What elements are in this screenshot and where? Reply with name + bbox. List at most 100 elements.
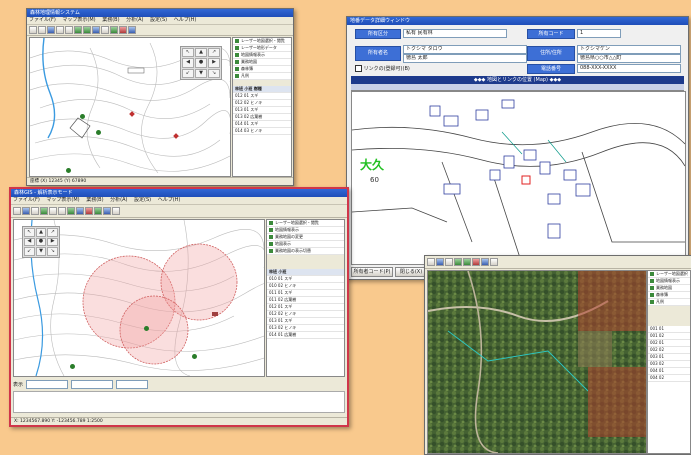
arrow-right-icon[interactable]: ▶ (208, 58, 220, 68)
list-item[interactable]: 001 01 (648, 326, 690, 333)
arrow-left-icon[interactable]: ◀ (24, 237, 35, 247)
arrow-down-right-icon[interactable]: ↘ (208, 68, 220, 78)
address-field[interactable]: 徳島県○○市△△町 (577, 54, 681, 63)
arrow-down-left-icon[interactable]: ↙ (24, 247, 35, 256)
tree-icon[interactable] (463, 258, 471, 266)
scale-input[interactable] (71, 379, 114, 389)
link-checkbox[interactable]: リンクの(登録可)(B) (355, 65, 410, 72)
side-item[interactable]: 森林簿 (648, 292, 690, 299)
measure-icon[interactable] (92, 26, 100, 34)
buffer-map[interactable]: ↖ ▲ ↗ ◀ ● ▶ ↙ ▼ ↘ (13, 219, 265, 377)
menu-analysis[interactable]: 分析(A) (126, 17, 143, 23)
zoom-out-icon[interactable] (65, 26, 73, 34)
info-icon[interactable] (481, 258, 489, 266)
side-item[interactable]: レーザー地図選択 (648, 271, 690, 278)
side-item[interactable]: 地図表示 (267, 241, 344, 248)
menu-help[interactable]: ヘルプ(H) (158, 197, 181, 203)
arrow-down-icon[interactable]: ▼ (195, 68, 207, 78)
side-item[interactable]: 地図情報表示 (648, 278, 690, 285)
print-icon[interactable] (31, 207, 39, 215)
marker-icon[interactable] (85, 207, 93, 215)
center-icon[interactable]: ● (35, 237, 47, 247)
menu-file[interactable]: ファイル(F) (13, 197, 40, 203)
marker-icon[interactable] (472, 258, 480, 266)
save-icon[interactable] (436, 258, 444, 266)
select-icon[interactable] (112, 207, 120, 215)
list-item[interactable]: 001 02 (648, 333, 690, 340)
list-item[interactable]: 002 02 (648, 347, 690, 354)
menu-file[interactable]: ファイル(F) (29, 17, 56, 23)
menu-analysis[interactable]: 分析(A) (110, 197, 127, 203)
tree-marker[interactable] (144, 326, 149, 331)
menu-map[interactable]: マップ表示(M) (62, 17, 95, 23)
list-item[interactable]: 012 01 スギ (233, 93, 291, 100)
side-item[interactable]: 業務地図の表示切替 (267, 248, 344, 255)
list-item[interactable]: 014 01 スギ (233, 121, 291, 128)
arrow-up-right-icon[interactable]: ↗ (208, 48, 220, 58)
side-item[interactable]: レーザー地図選択・閲覧 (233, 38, 291, 45)
marker-icon[interactable] (119, 26, 127, 34)
owner-kana-field[interactable]: トクシマ タロウ (403, 45, 527, 54)
side-item[interactable]: 地図情報表示 (233, 52, 291, 59)
checkbox-icon[interactable] (355, 65, 362, 72)
menu-settings[interactable]: 設定(S) (134, 197, 151, 203)
list-item[interactable]: 010 02 ヒノキ (267, 283, 344, 290)
tree-marker[interactable] (80, 114, 85, 119)
list-item[interactable]: 013 01 スギ (233, 107, 291, 114)
save-icon[interactable] (22, 207, 30, 215)
arrow-up-left-icon[interactable]: ↖ (182, 48, 194, 58)
list-item[interactable]: 013 01 スギ (267, 318, 344, 325)
list-item[interactable]: 013 02 ヒノキ (267, 325, 344, 332)
owner-code-field[interactable]: 1 (577, 29, 621, 38)
save-icon[interactable] (38, 26, 46, 34)
point-marker[interactable] (212, 312, 218, 316)
arrow-down-icon[interactable]: ▼ (35, 247, 47, 256)
list-item[interactable]: 011 02 広葉樹 (267, 297, 344, 304)
layer-icon[interactable] (40, 207, 48, 215)
menu-work[interactable]: 業務(B) (102, 17, 119, 23)
close-button[interactable]: 閉じる(X) (395, 267, 427, 277)
open-icon[interactable] (427, 258, 435, 266)
side-item[interactable]: 地図情報表示 (267, 227, 344, 234)
measure-icon[interactable] (76, 207, 84, 215)
arrow-right-icon[interactable]: ▶ (47, 237, 58, 247)
side-item[interactable]: 業務地図 (233, 59, 291, 66)
list-item[interactable]: 002 01 (648, 340, 690, 347)
side-item[interactable]: 森林簿 (233, 66, 291, 73)
layer-icon[interactable] (74, 26, 82, 34)
side-item[interactable]: 凡例 (233, 73, 291, 80)
menu-help[interactable]: ヘルプ(H) (174, 17, 197, 23)
list-item[interactable]: 013 02 広葉樹 (233, 114, 291, 121)
list-item[interactable]: 014 03 ヒノキ (233, 128, 291, 135)
display-input[interactable] (26, 379, 69, 389)
open-icon[interactable] (13, 207, 21, 215)
arrow-up-icon[interactable]: ▲ (35, 228, 47, 237)
menu-settings[interactable]: 設定(S) (150, 17, 167, 23)
arrow-up-right-icon[interactable]: ↗ (47, 228, 58, 237)
open-icon[interactable] (29, 26, 37, 34)
info-icon[interactable] (103, 207, 111, 215)
info-icon[interactable] (128, 26, 136, 34)
phone-field[interactable]: 088-XXX-XXXX (577, 64, 681, 73)
parcel-map[interactable]: 大久 60 (351, 91, 686, 265)
owner-class-field[interactable]: 私有 民有林 (403, 29, 507, 38)
owner-name-field[interactable]: 徳島 太郎 (403, 54, 527, 63)
forest-icon[interactable] (110, 26, 118, 34)
zoom-in-icon[interactable] (56, 26, 64, 34)
zoom-out-icon[interactable] (58, 207, 66, 215)
list-item[interactable]: 012 02 ヒノキ (267, 311, 344, 318)
zoom-in-icon[interactable] (445, 258, 453, 266)
tree-icon[interactable] (83, 26, 91, 34)
tree-icon[interactable] (67, 207, 75, 215)
aerial-map[interactable] (427, 270, 647, 454)
list-item[interactable]: 010 01 スギ (267, 276, 344, 283)
tree-marker[interactable] (192, 354, 197, 359)
list-item[interactable]: 011 01 スギ (267, 290, 344, 297)
side-item[interactable]: 業務地図の変更 (267, 234, 344, 241)
list-item[interactable]: 004 01 (648, 368, 690, 375)
owner-code-button[interactable]: 所有者コード(P) (351, 267, 393, 277)
side-item[interactable]: 凡例 (648, 299, 690, 306)
select-icon[interactable] (490, 258, 498, 266)
select-icon[interactable] (101, 26, 109, 34)
list-item[interactable]: 003 01 (648, 354, 690, 361)
